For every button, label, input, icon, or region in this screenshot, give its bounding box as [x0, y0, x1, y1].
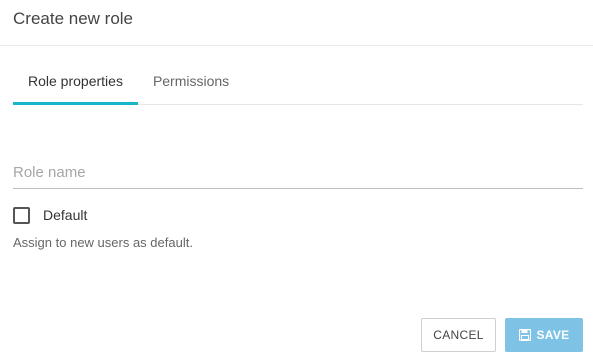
tab-bar: Role properties Permissions — [13, 58, 583, 105]
default-checkbox-label[interactable]: Default — [43, 207, 87, 223]
dialog-title: Create new role — [13, 9, 134, 28]
role-name-field — [13, 156, 583, 189]
tab-role-properties[interactable]: Role properties — [13, 58, 138, 105]
cancel-button-label: CANCEL — [433, 328, 484, 342]
default-checkbox-row: Default — [13, 205, 87, 225]
floppy-disk-icon — [518, 329, 531, 341]
save-button[interactable]: SAVE — [505, 318, 583, 352]
cancel-button[interactable]: CANCEL — [421, 318, 496, 352]
save-button-label: SAVE — [536, 328, 570, 342]
dialog-header: Create new role — [0, 0, 593, 46]
tab-permissions[interactable]: Permissions — [138, 58, 244, 104]
default-hint-text: Assign to new users as default. — [13, 235, 193, 250]
role-name-input[interactable] — [13, 156, 583, 188]
create-role-dialog: Create new role Role properties Permissi… — [0, 0, 593, 363]
default-checkbox[interactable] — [13, 206, 30, 224]
